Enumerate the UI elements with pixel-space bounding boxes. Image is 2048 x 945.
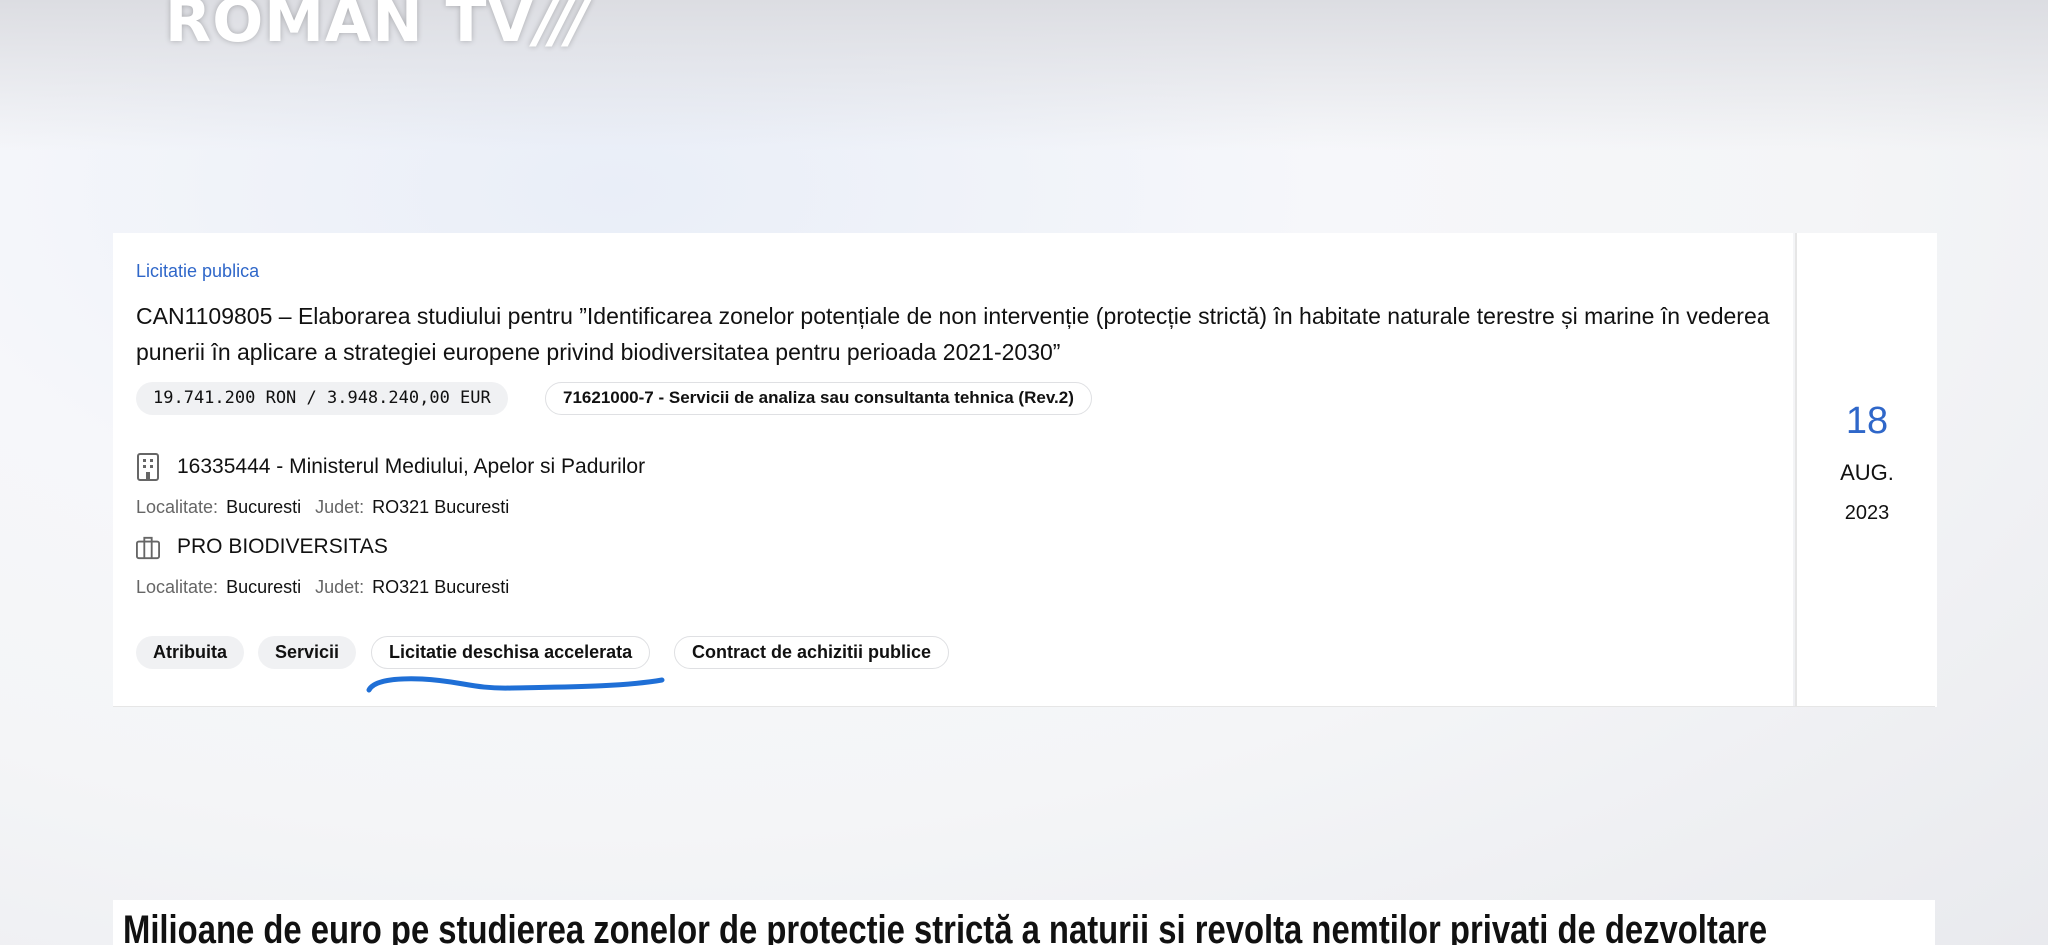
- locality-value: Bucuresti: [226, 497, 302, 517]
- logo-text: ROMAN TV: [165, 0, 535, 56]
- authority-name[interactable]: 16335444 - Ministerul Mediului, Apelor s…: [177, 455, 645, 479]
- cpv-badge[interactable]: 71621000-7 - Servicii de analiza sau con…: [545, 382, 1092, 415]
- locality-label: Localitate:: [136, 497, 219, 517]
- date-month: AUG.: [1840, 460, 1894, 485]
- logo-slashes: ///: [534, 0, 589, 56]
- tag-procedure[interactable]: Licitatie deschisa accelerata: [371, 636, 651, 669]
- headline-text: Milioane de euro pe studierea zonelor de…: [123, 908, 1768, 945]
- value-badge: 19.741.200 RON / 3.948.240,00 EUR: [136, 382, 508, 415]
- building-icon: [137, 453, 159, 481]
- news-headline-bar: Milioane de euro pe studierea zonelor de…: [113, 900, 1935, 945]
- date-year: 2023: [1844, 502, 1890, 524]
- briefcase-icon: [136, 536, 160, 560]
- county-label: Judet:: [315, 577, 365, 597]
- listing-date: 18 AUG. 2023: [1795, 233, 1937, 707]
- procedure-type[interactable]: Licitatie publica: [136, 261, 259, 282]
- locality-value: Bucuresti: [226, 577, 302, 597]
- listing-title[interactable]: CAN1109805 – Elaborarea studiului pentru…: [136, 298, 1776, 370]
- tag-contract-type[interactable]: Contract de achizitii publice: [674, 636, 950, 669]
- channel-logo: ROMAN TV///: [165, 0, 589, 56]
- annotation-underline: [366, 676, 665, 693]
- tag-status[interactable]: Atribuita: [136, 636, 244, 669]
- card-divider: [113, 706, 1935, 707]
- winner-name[interactable]: PRO BIODIVERSITAS: [177, 535, 388, 559]
- tag-category[interactable]: Servicii: [258, 636, 357, 669]
- county-label: Judet:: [315, 497, 365, 517]
- county-value: RO321 Bucuresti: [372, 577, 510, 597]
- date-day: 18: [1845, 400, 1889, 442]
- winner-location: Localitate: Bucuresti Judet: RO321 Bucurest…: [136, 577, 523, 598]
- locality-label: Localitate:: [136, 577, 219, 597]
- authority-location: Localitate: Bucuresti Judet: RO321 Bucurest…: [136, 497, 523, 518]
- county-value: RO321 Bucuresti: [372, 497, 510, 517]
